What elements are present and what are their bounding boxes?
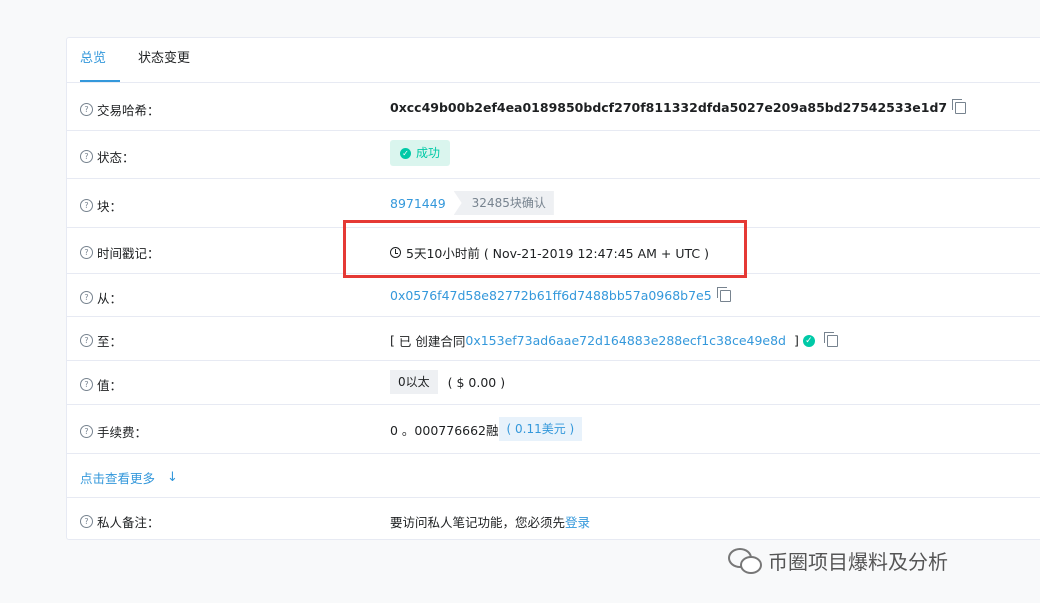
row-from: ? 从： 0x0576f47d58e82772b61ff6d7488bb57a0… — [67, 274, 1040, 317]
fee-label: ? 手续费： — [80, 422, 147, 441]
fee-usd-badge: ( 0.11美元 ) — [498, 417, 583, 441]
help-icon[interactable]: ? — [80, 150, 93, 163]
value-label: ? 值： — [80, 375, 122, 394]
note-label-text: 私人备注： — [97, 515, 160, 530]
timestamp-highlight-box — [343, 220, 747, 278]
row-value: ? 值： 0以太 ( $ 0.00 ) — [67, 361, 1040, 405]
help-icon[interactable]: ? — [80, 103, 93, 116]
copy-icon[interactable] — [716, 286, 731, 302]
status-badge: ✓ 成功 — [390, 140, 451, 166]
login-link[interactable]: 登录 — [565, 512, 590, 531]
show-more-link[interactable]: 点击查看更多 ↓ — [80, 468, 178, 487]
help-icon[interactable]: ? — [80, 378, 93, 391]
timestamp-label: ? 时间戳记： — [80, 243, 160, 262]
tx-hash-value: 0xcc49b00b2ef4ea0189850bdcf270f811332dfd… — [390, 100, 948, 115]
tab-state-changes[interactable]: 状态变更 — [138, 38, 190, 82]
value-label-text: 值： — [97, 378, 123, 393]
block-value-group: 8971449 32485块确认 — [390, 191, 554, 215]
tx-hash-label: ? 交易哈希： — [80, 100, 160, 119]
value-usd: ( $ 0.00 ) — [447, 374, 506, 390]
status-label: ? 状态： — [80, 147, 135, 166]
timestamp-label-text: 时间戳记： — [97, 246, 160, 261]
show-more-text: 点击查看更多 — [80, 471, 156, 486]
block-label: ? 块： — [80, 196, 122, 215]
note-label: ? 私人备注： — [80, 512, 160, 531]
note-text: 要访问私人笔记功能，您必须先 — [390, 515, 566, 530]
tab-overview[interactable]: 总览 — [80, 38, 120, 82]
watermark-text: 币圈项目爆料及分析 — [768, 549, 948, 574]
copy-icon[interactable] — [823, 331, 838, 347]
row-private-note: ? 私人备注： 要访问私人笔记功能，您必须先 登录 — [67, 498, 1040, 540]
row-show-more: 点击查看更多 ↓ — [67, 454, 1040, 498]
from-address-link[interactable]: 0x0576f47d58e82772b61ff6d7488bb57a0968b7… — [390, 288, 712, 303]
help-icon[interactable]: ? — [80, 246, 93, 259]
value-eth-badge: 0以太 — [390, 370, 438, 394]
confirmations-badge: 32485块确认 — [453, 191, 554, 215]
to-bracket-open: [ — [390, 333, 395, 348]
copy-icon[interactable] — [952, 98, 967, 114]
row-status: ? 状态： ✓ 成功 — [67, 131, 1040, 179]
watermark: 币圈项目爆料及分析 — [728, 540, 948, 580]
help-icon[interactable]: ? — [80, 334, 93, 347]
check-circle-icon: ✓ — [400, 147, 411, 159]
row-fee: ? 手续费： 0 。000776662融 ( 0.11美元 ) — [67, 405, 1040, 454]
status-label-text: 状态： — [97, 150, 135, 165]
row-to: ? 至： [ 已 创建合同 0x153ef73ad6aae72d164883e2… — [67, 317, 1040, 361]
arrow-down-icon: ↓ — [167, 470, 178, 485]
from-label-text: 从： — [97, 291, 123, 306]
help-icon[interactable]: ? — [80, 425, 93, 438]
status-value-group: ✓ 成功 — [390, 140, 451, 166]
to-label: ? 至： — [80, 331, 122, 350]
fee-label-text: 手续费： — [97, 425, 148, 440]
transaction-card: 总览 状态变更 ? 交易哈希： 0xcc49b00b2ef4ea0189850b… — [66, 37, 1040, 540]
to-value-group: [ 已 创建合同 0x153ef73ad6aae72d164883e288ecf… — [390, 331, 838, 350]
contract-address-link[interactable]: 0x153ef73ad6aae72d164883e288ecf1c38ce49e… — [465, 333, 786, 348]
tab-bar: 总览 状态变更 — [67, 38, 1040, 83]
verified-check-icon: ✓ — [802, 334, 815, 347]
tx-hash-label-text: 交易哈希： — [97, 103, 160, 118]
contract-created-text: 已 创建合同 — [398, 334, 466, 349]
tx-hash-value-group: 0xcc49b00b2ef4ea0189850bdcf270f811332dfd… — [390, 98, 967, 115]
from-label: ? 从： — [80, 288, 122, 307]
note-value-group: 要访问私人笔记功能，您必须先 登录 — [390, 512, 590, 531]
fee-value: 0 。000776662融 — [390, 422, 499, 438]
block-label-text: 块： — [97, 199, 123, 214]
wechat-icon — [728, 546, 762, 574]
status-text: 成功 — [416, 146, 441, 160]
help-icon[interactable]: ? — [80, 515, 93, 528]
block-number-link[interactable]: 8971449 — [390, 196, 446, 211]
row-tx-hash: ? 交易哈希： 0xcc49b00b2ef4ea0189850bdcf270f8… — [67, 83, 1040, 131]
value-group: 0以太 ( $ 0.00 ) — [390, 370, 505, 394]
to-bracket-close: ] — [794, 333, 799, 348]
fee-value-group: 0 。000776662融 ( 0.11美元 ) — [390, 417, 583, 441]
help-icon[interactable]: ? — [80, 291, 93, 304]
to-label-text: 至： — [97, 334, 123, 349]
from-value-group: 0x0576f47d58e82772b61ff6d7488bb57a0968b7… — [390, 286, 731, 303]
help-icon[interactable]: ? — [80, 199, 93, 212]
